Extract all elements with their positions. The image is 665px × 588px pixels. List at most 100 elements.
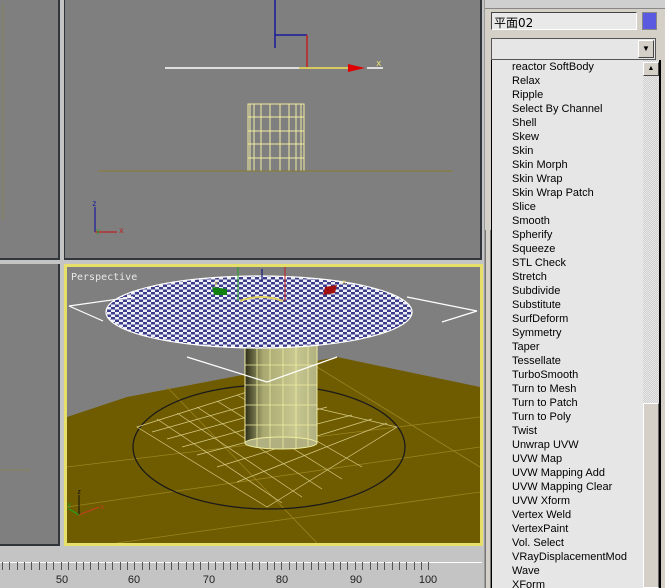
modifier-list-item[interactable]: Skin Wrap [492,172,659,186]
time-ruler-tick [60,562,62,570]
viewport-label[interactable]: Perspective [71,272,137,283]
scroll-up-button[interactable]: ▲ [643,62,659,76]
cylinder-body [244,344,318,444]
cylinder-wireframe [247,103,305,172]
scroll-thumb[interactable] [643,403,659,588]
modifier-list-item[interactable]: STL Check [492,256,659,270]
time-ruler-tick [185,562,187,570]
time-ruler-tick [9,562,11,570]
modifier-list-item[interactable]: Vol. Select [492,536,659,550]
viewport-left-bottom-canvas [0,469,30,471]
modifier-list-item[interactable]: TurboSmooth [492,368,659,382]
modifier-list-item[interactable]: Subdivide [492,284,659,298]
time-ruler-tick [420,562,422,570]
modifier-list-item[interactable]: Slice [492,200,659,214]
modifier-list-item[interactable]: UVW Map [492,452,659,466]
chevron-down-icon: ▼ [642,44,650,53]
time-ruler-tick [310,562,312,570]
modifier-list-item[interactable]: Turn to Patch [492,396,659,410]
time-ruler-tick [46,562,48,570]
modifier-list-item[interactable]: Shell [492,116,659,130]
modifier-list-item[interactable]: Skin Morph [492,158,659,172]
time-ruler-tick [68,562,70,570]
time-ruler-label: 90 [349,574,363,586]
object-name-field[interactable]: 平面02 [491,12,637,30]
command-panel-tabs[interactable] [485,0,665,9]
modifier-list-item[interactable]: VertexPaint [492,522,659,536]
time-ruler-tick [369,562,371,570]
gizmo-y-label: y [214,279,218,287]
viewport-left-top[interactable] [0,0,60,260]
time-ruler-tick [340,562,342,570]
object-color-swatch[interactable] [642,12,657,30]
time-ruler-tick [273,562,275,570]
modifier-list-item[interactable]: UVW Mapping Clear [492,480,659,494]
time-ruler-tick [2,562,3,570]
modifier-list-item[interactable]: UVW Xform [492,494,659,508]
modifier-list-item[interactable]: VRayDisplacementMod [492,550,659,564]
viewport-front[interactable]: x z x y [64,0,482,260]
time-ruler-tick [16,562,18,570]
modifier-list-item[interactable]: Skin [492,144,659,158]
modifier-list-item[interactable]: Squeeze [492,242,659,256]
modifier-list-item[interactable]: Skew [492,130,659,144]
modifier-list-item[interactable]: Substitute [492,298,659,312]
viewport-front-canvas: x z x y [92,0,453,235]
viewport-perspective[interactable]: y x z x y Perspective [64,264,483,546]
time-ruler-tick [38,562,40,570]
modifier-list-item[interactable]: Symmetry [492,326,659,340]
modifier-list-item[interactable]: Spherify [492,228,659,242]
modifier-list-item[interactable]: Ripple [492,88,659,102]
modifier-list-item[interactable]: UVW Mapping Add [492,466,659,480]
time-ruler-tick [82,562,84,570]
modifier-list[interactable]: reactor SoftBody Relax Ripple Select By Cha… [491,60,661,588]
time-ruler-tick [90,562,92,570]
modifier-list-item[interactable]: Unwrap UVW [492,438,659,452]
time-ruler-tick [244,562,246,570]
time-ruler[interactable]: 50 60 70 80 90 100 [0,562,484,588]
axis-y-label: y [67,501,71,509]
modifier-list-item[interactable]: SurfDeform [492,312,659,326]
modifier-list-item[interactable]: Smooth [492,214,659,228]
time-ruler-tick [406,562,408,570]
modifier-list-item[interactable]: reactor SoftBody [492,60,659,74]
gizmo-x-label: x [376,59,382,69]
time-ruler-tick [53,562,55,570]
modifier-list-item[interactable]: Stretch [492,270,659,284]
time-ruler-tick [163,562,165,570]
modifier-list-item[interactable]: Vertex Weld [492,508,659,522]
cylinder-bottom [244,436,318,450]
modifier-list-item[interactable]: Tessellate [492,354,659,368]
time-ruler-label: 70 [202,574,216,586]
time-ruler-tick [104,562,106,570]
time-ruler-tick [149,562,150,570]
time-ruler-tick [156,562,158,570]
modifier-list-item[interactable]: Taper [492,340,659,354]
time-ruler-tick [281,562,283,570]
time-ruler-label: 80 [275,574,289,586]
gizmo-x-label: x [342,278,346,286]
viewport-left-bottom[interactable] [0,264,60,546]
modifier-list-item[interactable]: Turn to Mesh [492,382,659,396]
modifier-list-item[interactable]: Select By Channel [492,102,659,116]
time-ruler-tick [259,562,261,570]
time-ruler-baseline [0,562,482,563]
modifier-list-item[interactable]: Twist [492,424,659,438]
time-ruler-tick [171,562,173,570]
time-ruler-tick [97,562,99,570]
time-ruler-tick [398,562,400,570]
modifier-list-dropdown[interactable]: ▼ [491,38,656,60]
modifier-list-item[interactable]: Turn to Poly [492,410,659,424]
table-top-disc [105,275,413,349]
dropdown-arrow-button[interactable]: ▼ [638,40,654,58]
modifier-list-item[interactable]: Relax [492,74,659,88]
modifier-list-item[interactable]: XForm [492,578,659,588]
time-ruler-label: 60 [127,574,141,586]
time-ruler-tick [251,562,253,570]
time-ruler-tick [332,562,334,570]
modifier-list-scrollbar[interactable]: ▲ [643,60,659,588]
time-ruler-tick [354,562,356,570]
modifier-list-item[interactable]: Wave [492,564,659,578]
time-ruler-tick [222,562,224,570]
modifier-list-item[interactable]: Skin Wrap Patch [492,186,659,200]
